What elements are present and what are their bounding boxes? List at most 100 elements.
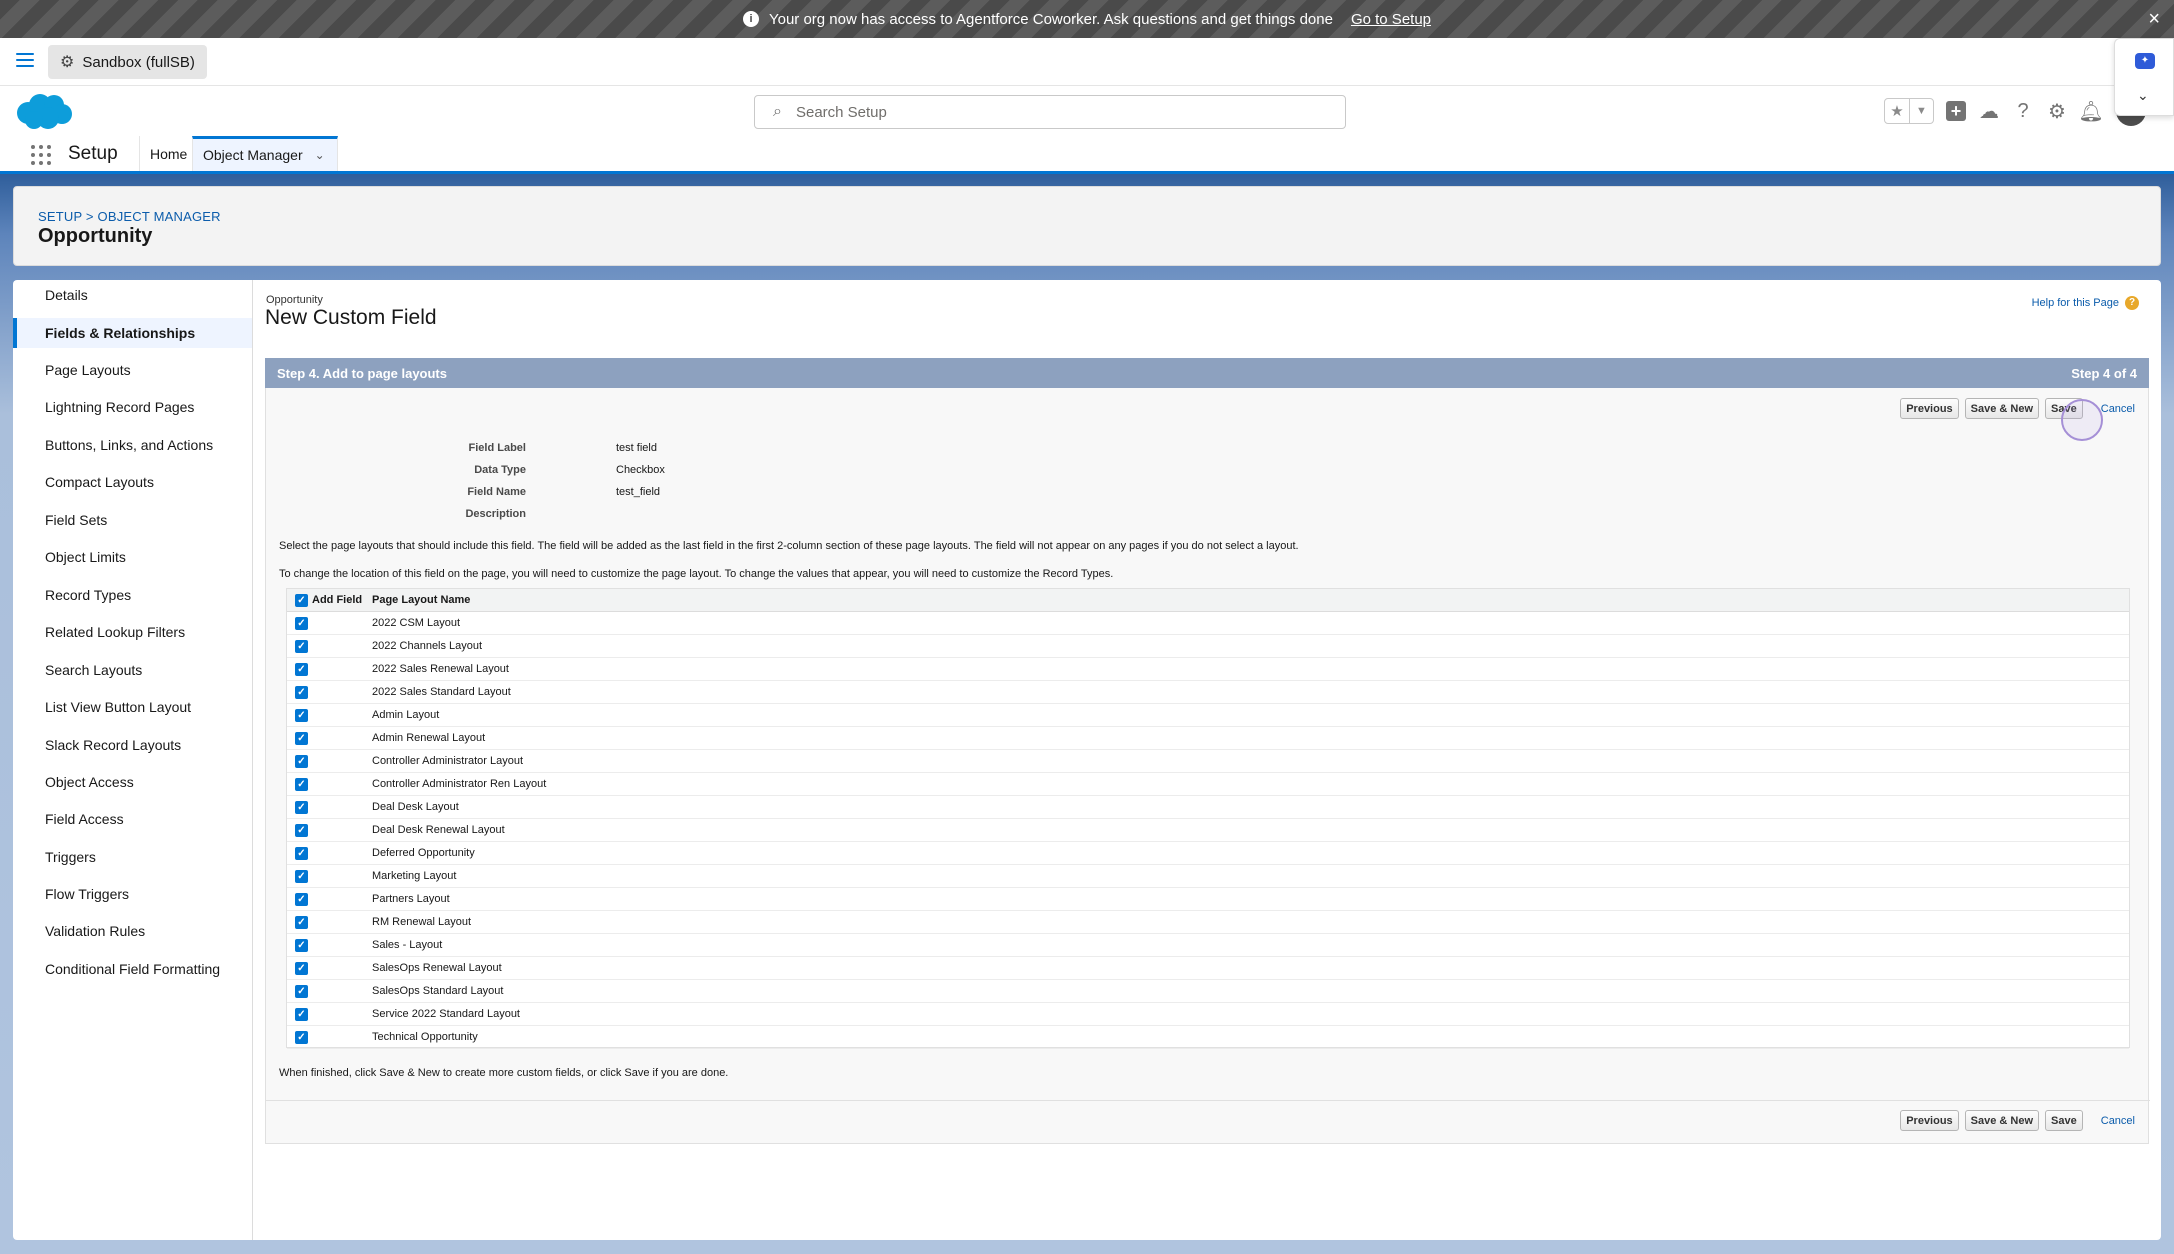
previous-button-bottom[interactable]: Previous [1900, 1110, 1959, 1131]
col-add-field: Add Field [312, 594, 363, 606]
table-row: ✓ SalesOps Standard Layout [287, 980, 2129, 1003]
row-checkbox[interactable]: ✓ [295, 847, 308, 860]
field-label-value: test field [616, 442, 657, 454]
sidebar-item-conditional-field-formatting[interactable]: Conditional Field Formatting [13, 954, 252, 984]
sidebar-item-buttons-links-actions[interactable]: Buttons, Links, and Actions [13, 430, 252, 460]
table-row: ✓ Marketing Layout [287, 865, 2129, 888]
favorites-dropdown-icon[interactable]: ▼ [1909, 99, 1933, 123]
cancel-link-bottom[interactable]: Cancel [2101, 1115, 2135, 1127]
setup-gear-icon[interactable]: ⚙ [2046, 100, 2068, 123]
row-checkbox[interactable]: ✓ [295, 824, 308, 837]
sidebar-item-fields-relationships[interactable]: Fields & Relationships [13, 318, 252, 348]
tab-home-label: Home [150, 145, 188, 162]
previous-button[interactable]: Previous [1900, 398, 1959, 419]
form-title: New Custom Field [265, 306, 437, 329]
sidebar-item-field-access[interactable]: Field Access [13, 804, 252, 834]
sidebar-item-record-types[interactable]: Record Types [13, 580, 252, 610]
breadcrumb[interactable]: SETUP > OBJECT MANAGER [38, 209, 221, 224]
field-name-value: test_field [616, 486, 661, 498]
row-checkbox[interactable]: ✓ [295, 1008, 308, 1021]
table-row: ✓ Deal Desk Renewal Layout [287, 819, 2129, 842]
row-checkbox[interactable]: ✓ [295, 939, 308, 952]
app-launcher-icon[interactable] [31, 145, 51, 165]
close-icon[interactable]: × [2148, 9, 2160, 29]
data-type-value: Checkbox [616, 464, 665, 476]
star-icon[interactable]: ★ [1885, 99, 1909, 123]
description-label: Description [465, 508, 526, 520]
save-new-button[interactable]: Save & New [1964, 398, 2040, 419]
save-new-button-bottom[interactable]: Save & New [1964, 1110, 2040, 1131]
notifications-bell-icon[interactable]: 🔔︎ [2078, 100, 2103, 123]
favorites-group[interactable]: ★ ▼ [1884, 98, 1934, 124]
save-button-bottom[interactable]: Save [2045, 1110, 2083, 1131]
save-button[interactable]: Save [2045, 398, 2083, 419]
help-icon[interactable]: ? [2012, 100, 2034, 122]
row-checkbox[interactable]: ✓ [295, 801, 308, 814]
col-page-layout-name: Page Layout Name [372, 594, 471, 606]
row-checkbox[interactable]: ✓ [295, 916, 308, 929]
tab-object-manager[interactable]: Object Manager ⌄ [192, 136, 338, 171]
table-row: ✓ Controller Administrator Ren Layout [287, 773, 2129, 796]
sidebar-item-flow-triggers[interactable]: Flow Triggers [13, 879, 252, 909]
row-checkbox[interactable]: ✓ [295, 778, 308, 791]
sidebar-item-page-layouts[interactable]: Page Layouts [13, 355, 252, 385]
help-for-this-page-link[interactable]: Help for this Page ? [2032, 296, 2139, 310]
chevron-down-icon[interactable]: ⌄ [315, 148, 325, 162]
sidebar-item-related-lookup-filters[interactable]: Related Lookup Filters [13, 617, 252, 647]
agent-chat-icon[interactable]: ✦ [2135, 53, 2155, 69]
table-row: ✓ SalesOps Renewal Layout [287, 957, 2129, 980]
row-checkbox[interactable]: ✓ [295, 870, 308, 883]
sidebar-item-lightning-record-pages[interactable]: Lightning Record Pages [13, 392, 252, 422]
cancel-link[interactable]: Cancel [2101, 403, 2135, 415]
sidebar-item-object-limits[interactable]: Object Limits [13, 542, 252, 572]
row-checkbox[interactable]: ✓ [295, 985, 308, 998]
trailhead-icon[interactable]: ☁ [1978, 100, 2000, 123]
row-checkbox[interactable]: ✓ [295, 709, 308, 722]
sidebar-item-details[interactable]: Details [13, 280, 252, 310]
layout-name: Partners Layout [372, 893, 450, 905]
row-checkbox[interactable]: ✓ [295, 640, 308, 653]
sandbox-indicator[interactable]: ⚙ Sandbox (fullSB) [48, 45, 207, 79]
row-checkbox[interactable]: ✓ [295, 962, 308, 975]
row-checkbox[interactable]: ✓ [295, 686, 308, 699]
sidebar-item-object-access[interactable]: Object Access [13, 767, 252, 797]
step-header: Step 4. Add to page layouts Step 4 of 4 [265, 358, 2149, 388]
description-row: Description [266, 508, 866, 530]
salesforce-logo[interactable] [14, 91, 74, 131]
row-checkbox[interactable]: ✓ [295, 1031, 308, 1044]
sidebar-item-validation-rules[interactable]: Validation Rules [13, 916, 252, 946]
page-title: Opportunity [38, 225, 153, 247]
search-setup-box[interactable]: ⌕ [754, 95, 1346, 129]
row-checkbox[interactable]: ✓ [295, 893, 308, 906]
sidebar-item-triggers[interactable]: Triggers [13, 842, 252, 872]
row-checkbox[interactable]: ✓ [295, 617, 308, 630]
app-nav-bar: Setup Home Object Manager ⌄ [0, 136, 2174, 174]
tab-home[interactable]: Home [139, 136, 197, 171]
row-checkbox[interactable]: ✓ [295, 755, 308, 768]
page-layouts-table: ✓ Add Field Page Layout Name ✓ 2022 CSM L… [286, 588, 2130, 1049]
table-row: ✓ Partners Layout [287, 888, 2129, 911]
search-input[interactable] [795, 103, 1296, 121]
chevron-down-icon[interactable]: ⌄ [2137, 87, 2149, 104]
hamburger-menu-icon[interactable] [16, 53, 34, 69]
global-actions-add-icon[interactable]: + [1946, 101, 1966, 121]
go-to-setup-link[interactable]: Go to Setup [1351, 11, 1431, 28]
data-type-label: Data Type [474, 464, 526, 476]
table-row: ✓ Deal Desk Layout [287, 796, 2129, 819]
select-all-checkbox[interactable]: ✓ [295, 594, 308, 607]
top-button-row: Previous Save & New Save Cancel [1900, 398, 2136, 419]
row-checkbox[interactable]: ✓ [295, 732, 308, 745]
row-checkbox[interactable]: ✓ [295, 663, 308, 676]
layout-name: 2022 Sales Renewal Layout [372, 663, 509, 675]
sidebar-item-field-sets[interactable]: Field Sets [13, 505, 252, 535]
header-utility-icons: ★ ▼ + ☁ ? ⚙ 🔔︎ [1884, 96, 2146, 126]
layout-name: Deal Desk Renewal Layout [372, 824, 505, 836]
sidebar-item-slack-record-layouts[interactable]: Slack Record Layouts [13, 730, 252, 760]
sidebar-item-search-layouts[interactable]: Search Layouts [13, 655, 252, 685]
sandbox-gear-icon: ⚙ [60, 54, 75, 71]
layout-name: SalesOps Renewal Layout [372, 962, 502, 974]
sidebar-item-list-view-button-layout[interactable]: List View Button Layout [13, 692, 252, 722]
sidebar-item-compact-layouts[interactable]: Compact Layouts [13, 467, 252, 497]
table-row: ✓ 2022 Channels Layout [287, 635, 2129, 658]
agent-panel[interactable]: ✦ ⌄ [2114, 38, 2174, 116]
